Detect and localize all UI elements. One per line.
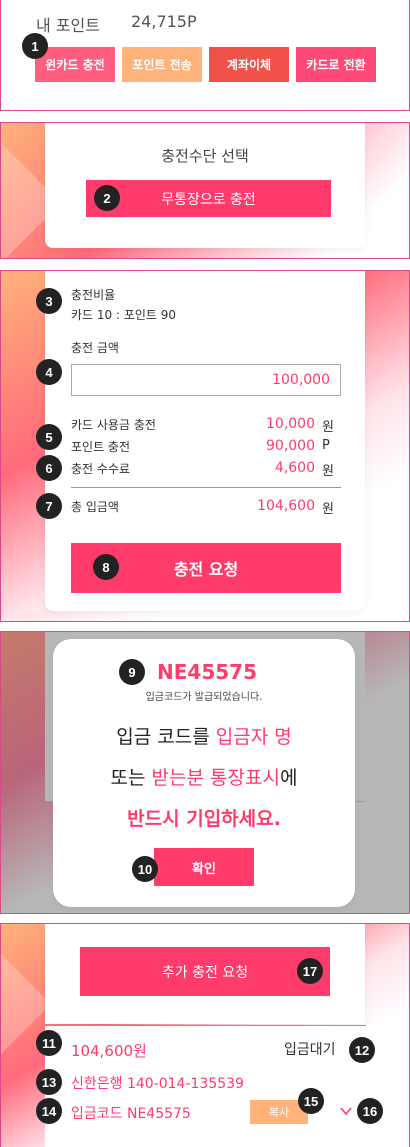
- confirm-button[interactable]: 확인: [154, 848, 254, 886]
- method-title: 충전수단 선택: [161, 147, 249, 165]
- amount-input[interactable]: 100,000: [71, 364, 341, 396]
- amount-label: 충전 금액: [71, 341, 119, 355]
- add-charge-button[interactable]: 추가 충전 요청: [80, 947, 330, 996]
- ratio-value: 카드 10 : 포인트 90: [71, 308, 177, 322]
- badge-16: 16: [357, 1098, 383, 1124]
- badge-14: 14: [36, 1098, 62, 1124]
- instruction-text: 에: [279, 767, 298, 789]
- badge-5: 5: [36, 424, 62, 450]
- code-issued-text: 입금코드가 발급되었습니다.: [145, 692, 263, 703]
- points-value: 24,715P: [131, 12, 197, 31]
- badge-9: 9: [119, 659, 145, 685]
- divider: [71, 487, 341, 488]
- ratio-label: 충전비율: [71, 288, 116, 302]
- row-unit: 원: [322, 464, 334, 479]
- bank-charge-button[interactable]: 무통장으로 충전: [86, 180, 331, 217]
- charge-request-label: 충전 요청: [173, 560, 239, 579]
- total-value: 104,600: [257, 498, 315, 514]
- row-value: 90,000: [266, 438, 315, 454]
- badge-4: 4: [36, 359, 62, 385]
- method-panel: 충전수단 선택 2 무통장으로 충전: [0, 122, 410, 259]
- instruction-text: 입금 코드를: [116, 726, 216, 748]
- point-send-button[interactable]: 포인트 전송: [122, 47, 202, 82]
- convert-to-card-button[interactable]: 카드로 전환: [296, 47, 376, 82]
- row-value: 4,600: [274, 460, 315, 476]
- badge-11: 11: [36, 1030, 62, 1056]
- badge-17: 17: [297, 958, 323, 984]
- badge-13: 13: [36, 1069, 62, 1095]
- badge-12: 12: [349, 1037, 375, 1063]
- row-label: 충전 수수료: [71, 462, 131, 476]
- charge-panel: 3 충전비율 카드 10 : 포인트 90 충전 금액 4 100,000 5 …: [0, 270, 410, 622]
- badge-6: 6: [36, 455, 62, 481]
- instruction-line-1: 입금 코드를 입금자 명: [53, 722, 355, 749]
- badge-15: 15: [298, 1088, 324, 1114]
- request-panel: 추가 충전 요청 17 11 104,600원 입금대기 12 13 신한은행 …: [0, 923, 410, 1147]
- badge-7: 7: [36, 493, 62, 519]
- instruction-highlight: 입금자 명: [215, 726, 292, 748]
- row-label: 포인트 충전: [71, 440, 131, 454]
- chevron-down-icon[interactable]: [339, 1103, 353, 1117]
- points-label: 내 포인트: [36, 16, 100, 35]
- request-amount: 104,600원: [71, 1042, 147, 1060]
- amount-input-value: 100,000: [272, 372, 330, 388]
- bank-account: 신한은행 140-014-135539: [71, 1076, 244, 1092]
- points-panel: 내 포인트 24,715P 1 윈카드 충전 포인트 전송 계좌이체 카드로 전…: [0, 0, 410, 111]
- modal-panel: NE45575 입금코드가 발급되었습니다. 입금 코드를 입금자 명 또는 받…: [0, 631, 410, 914]
- row-value: 10,000: [266, 416, 315, 432]
- request-status: 입금대기: [284, 1042, 336, 1058]
- badge-3: 3: [36, 288, 62, 314]
- badge-8: 8: [93, 554, 119, 580]
- badge-10: 10: [132, 856, 158, 882]
- instruction-highlight: 받는분 통장표시: [151, 767, 280, 789]
- row-unit: P: [322, 438, 330, 453]
- instruction-text: 또는: [110, 767, 152, 789]
- deposit-code-line: 입금코드 NE45575: [71, 1106, 191, 1122]
- badge-1: 1: [22, 33, 48, 59]
- row-label: 카드 사용금 충전: [71, 418, 156, 432]
- total-label: 총 입금액: [71, 500, 119, 514]
- instruction-line-2: 또는 받는분 통장표시에: [53, 763, 355, 790]
- total-unit: 원: [322, 502, 334, 517]
- instruction-line-3: 반드시 기입하세요.: [127, 808, 281, 830]
- transfer-button[interactable]: 계좌이체: [209, 47, 289, 82]
- deposit-code: NE45575: [157, 660, 257, 684]
- card-charge-button[interactable]: 윈카드 충전: [35, 47, 115, 82]
- row-unit: 원: [322, 420, 334, 435]
- badge-2: 2: [94, 185, 120, 211]
